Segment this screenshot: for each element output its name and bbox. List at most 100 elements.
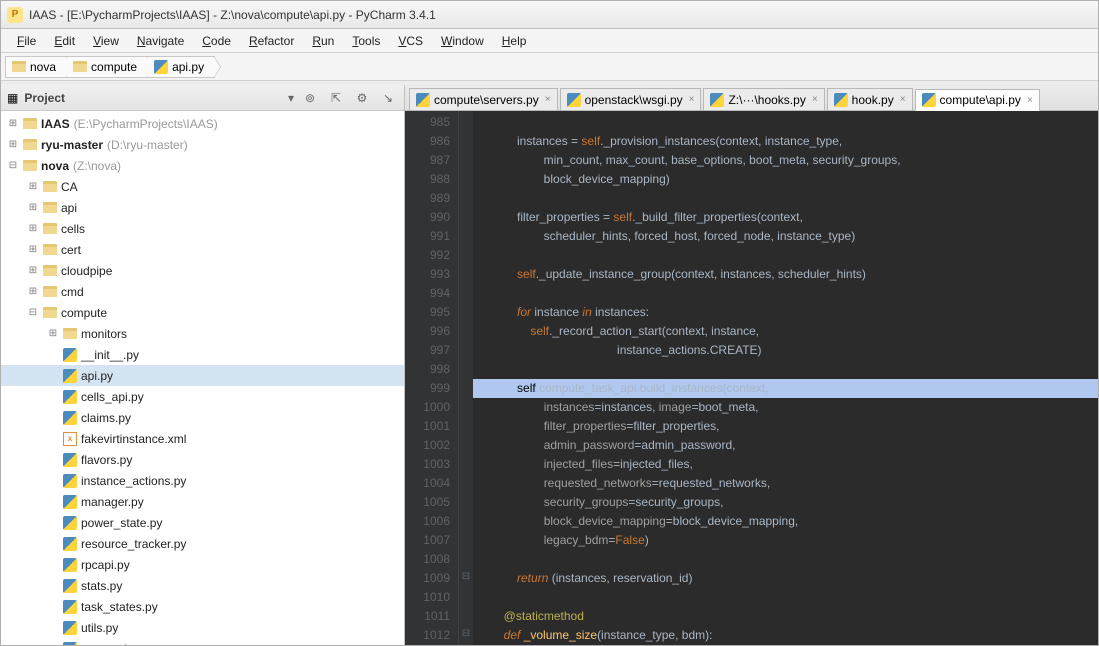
close-tab-icon[interactable]: × [812,94,818,105]
editor-tab[interactable]: compute\api.py× [915,89,1040,111]
tree-item[interactable]: ⊞monitors [1,323,404,344]
editor-tab[interactable]: openstack\wsgi.py× [560,88,702,110]
tree-item[interactable]: claims.py [1,407,404,428]
tree-item[interactable]: ⊟nova (Z:\nova) [1,155,404,176]
tree-item[interactable]: power_state.py [1,512,404,533]
code-line[interactable]: for instance in instances: [473,303,1098,322]
menu-item-run[interactable]: Run [304,32,342,50]
code-line[interactable] [473,189,1098,208]
tree-item[interactable]: manager.py [1,491,404,512]
fold-mark[interactable]: ⊟ [459,624,473,643]
gear-icon[interactable]: ⚙ [352,88,372,108]
tree-item[interactable]: rpcapi.py [1,554,404,575]
close-tab-icon[interactable]: × [689,94,695,105]
menu-item-window[interactable]: Window [433,32,492,50]
menu-item-navigate[interactable]: Navigate [129,32,192,50]
code-line[interactable] [473,550,1098,569]
menu-item-code[interactable]: Code [194,32,239,50]
tree-item[interactable]: ⊟compute [1,302,404,323]
tree-item[interactable]: ⊞IAAS (E:\PycharmProjects\IAAS) [1,113,404,134]
menu-item-refactor[interactable]: Refactor [241,32,302,50]
menu-item-file[interactable]: File [9,32,44,50]
editor-tab[interactable]: Z:\···\hooks.py× [703,88,824,110]
expand-icon[interactable]: ⊞ [27,265,39,276]
expand-icon[interactable]: ⊞ [27,202,39,213]
tree-item[interactable]: cells_api.py [1,386,404,407]
code-line[interactable]: filter_properties=filter_properties, [473,417,1098,436]
code-line[interactable]: return (instances, reservation_id) [473,569,1098,588]
menu-item-help[interactable]: Help [494,32,535,50]
code-line[interactable] [473,246,1098,265]
code-area[interactable]: instances = self._provision_instances(co… [473,111,1098,645]
code-line[interactable]: scheduler_hints, forced_host, forced_nod… [473,227,1098,246]
expand-icon[interactable]: ⊞ [47,328,59,339]
code-line[interactable] [473,113,1098,132]
menu-item-tools[interactable]: Tools [344,32,388,50]
breadcrumb-segment[interactable]: api.py [147,56,215,78]
code-line[interactable]: def _volume_size(instance_type, bdm): [473,626,1098,645]
code-line[interactable]: instances = self._provision_instances(co… [473,132,1098,151]
tree-item[interactable]: ⊞CA [1,176,404,197]
code-line[interactable] [473,588,1098,607]
tree-item[interactable]: task_states.py [1,596,404,617]
expand-icon[interactable]: ⊞ [27,181,39,192]
code-line[interactable]: self._update_instance_group(context, ins… [473,265,1098,284]
tree-item[interactable]: ⊞cert [1,239,404,260]
tree-item[interactable]: vm_mode.py [1,638,404,645]
code-line[interactable]: self._record_action_start(context, insta… [473,322,1098,341]
project-tree[interactable]: ⊞IAAS (E:\PycharmProjects\IAAS)⊞ryu-mast… [1,111,404,645]
collapse-icon[interactable]: ⊟ [27,307,39,318]
code-line[interactable]: admin_password=admin_password, [473,436,1098,455]
code-line[interactable]: security_groups=security_groups, [473,493,1098,512]
menu-item-view[interactable]: View [85,32,127,50]
close-tab-icon[interactable]: × [1027,95,1033,106]
tree-item[interactable]: flavors.py [1,449,404,470]
tree-item[interactable]: ⊞api [1,197,404,218]
fold-mark[interactable]: ⊟ [459,567,473,586]
expand-icon[interactable]: ⊞ [7,139,19,150]
editor-tab[interactable]: hook.py× [827,88,913,110]
code-line[interactable]: @staticmethod [473,607,1098,626]
code-line[interactable]: block_device_mapping=block_device_mappin… [473,512,1098,531]
menu-item-edit[interactable]: Edit [46,32,83,50]
expand-icon[interactable]: ⊞ [27,223,39,234]
collapse-all-icon[interactable]: ⇱ [326,88,346,108]
code-editor[interactable]: 9859869879889899909919929939949959969979… [405,111,1098,645]
breadcrumb-segment[interactable]: nova [5,56,66,78]
menu-item-vcs[interactable]: VCS [390,32,431,50]
tree-item[interactable]: ⊞cells [1,218,404,239]
code-line[interactable]: legacy_bdm=False) [473,531,1098,550]
close-tab-icon[interactable]: × [545,94,551,105]
code-line[interactable]: instances=instances, image=boot_meta, [473,398,1098,417]
expand-icon[interactable]: ⊞ [7,118,19,129]
tree-item[interactable]: ⊞cloudpipe [1,260,404,281]
code-line[interactable]: min_count, max_count, base_options, boot… [473,151,1098,170]
tree-item[interactable]: utils.py [1,617,404,638]
breadcrumb-segment[interactable]: compute [66,56,147,78]
code-line[interactable]: requested_networks=requested_networks, [473,474,1098,493]
tree-item[interactable]: ⊞cmd [1,281,404,302]
code-line[interactable]: self.compute_task_api.build_instances(co… [473,379,1098,398]
code-line[interactable]: block_device_mapping) [473,170,1098,189]
code-line[interactable]: injected_files=injected_files, [473,455,1098,474]
code-line[interactable]: instance_actions.CREATE) [473,341,1098,360]
code-line[interactable] [473,284,1098,303]
code-line[interactable]: filter_properties = self._build_filter_p… [473,208,1098,227]
tree-item[interactable]: instance_actions.py [1,470,404,491]
close-tab-icon[interactable]: × [900,94,906,105]
hide-icon[interactable]: ↘ [378,88,398,108]
tree-item[interactable]: __init__.py [1,344,404,365]
code-line[interactable] [473,360,1098,379]
editor-tab[interactable]: compute\servers.py× [409,88,558,110]
tree-item[interactable]: stats.py [1,575,404,596]
expand-icon[interactable]: ⊞ [27,244,39,255]
tree-item[interactable]: xfakevirtinstance.xml [1,428,404,449]
collapse-icon[interactable]: ⊟ [7,160,19,171]
tree-item[interactable]: ⊞ryu-master (D:\ryu-master) [1,134,404,155]
scroll-from-source-icon[interactable]: ⊚ [300,88,320,108]
project-view-dropdown-icon[interactable]: ▾ [288,91,294,105]
project-view-icon[interactable]: ▦ [7,91,18,105]
tree-item[interactable]: resource_tracker.py [1,533,404,554]
tree-item[interactable]: api.py [1,365,404,386]
expand-icon[interactable]: ⊞ [27,286,39,297]
